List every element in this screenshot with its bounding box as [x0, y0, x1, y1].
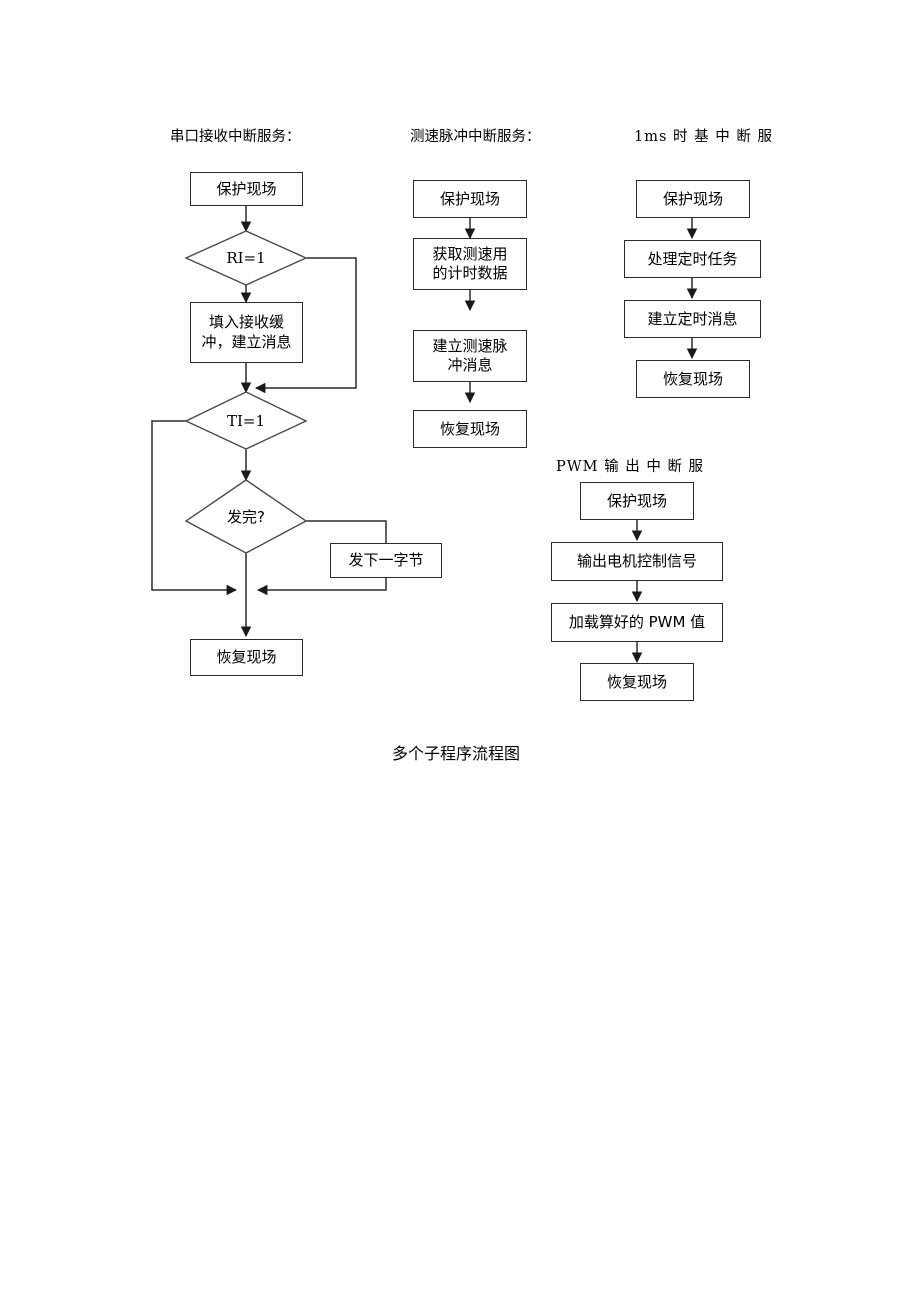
- decision-ri-label: RI=1: [226, 249, 266, 267]
- decision-send-complete-label: 发完?: [227, 508, 265, 526]
- node-serial-restore-context: 恢复现场: [190, 639, 303, 676]
- column-header-pwm: PWM 输 出 中 断 服: [556, 459, 705, 475]
- node-pwm-restore-context: 恢复现场: [580, 663, 694, 701]
- node-speed-restore-context: 恢复现场: [413, 410, 527, 448]
- node-get-timing-data: 获取测速用 的计时数据: [413, 238, 527, 290]
- node-timebase-restore-context: 恢复现场: [636, 360, 750, 398]
- node-speed-save-context: 保护现场: [413, 180, 527, 218]
- node-output-motor-signal: 输出电机控制信号: [551, 542, 723, 581]
- node-pwm-save-context: 保护现场: [580, 482, 694, 520]
- column-header-timebase: 1ms 时 基 中 断 服: [634, 129, 773, 145]
- figure-caption: 多个子程序流程图: [392, 744, 521, 763]
- node-handle-timed-task: 处理定时任务: [624, 240, 761, 278]
- decision-ri-equals-1: RI=1: [186, 231, 306, 285]
- decision-ti-label: TI=1: [226, 411, 266, 430]
- column-header-serial-rx: 串口接收中断服务：: [170, 129, 301, 145]
- node-build-timer-message: 建立定时消息: [624, 300, 761, 338]
- node-timebase-save-context: 保护现场: [636, 180, 750, 218]
- node-fill-receive-buffer: 填入接收缓 冲，建立消息: [190, 302, 303, 363]
- node-build-speed-message: 建立测速脉 冲消息: [413, 330, 527, 382]
- decision-send-complete: 发完?: [186, 480, 306, 553]
- flowchart-canvas: 串口接收中断服务： 保护现场 RI=1 填入接收缓 冲，建立消息 TI=1 发完…: [0, 0, 920, 1302]
- node-serial-save-context: 保护现场: [190, 172, 303, 206]
- column-header-speed-pulse: 测速脉冲中断服务：: [410, 129, 541, 145]
- node-load-pwm-value: 加载算好的 PWM 值: [551, 603, 723, 642]
- node-send-next-byte: 发下一字节: [330, 543, 442, 578]
- decision-ti-equals-1: TI=1: [186, 392, 306, 449]
